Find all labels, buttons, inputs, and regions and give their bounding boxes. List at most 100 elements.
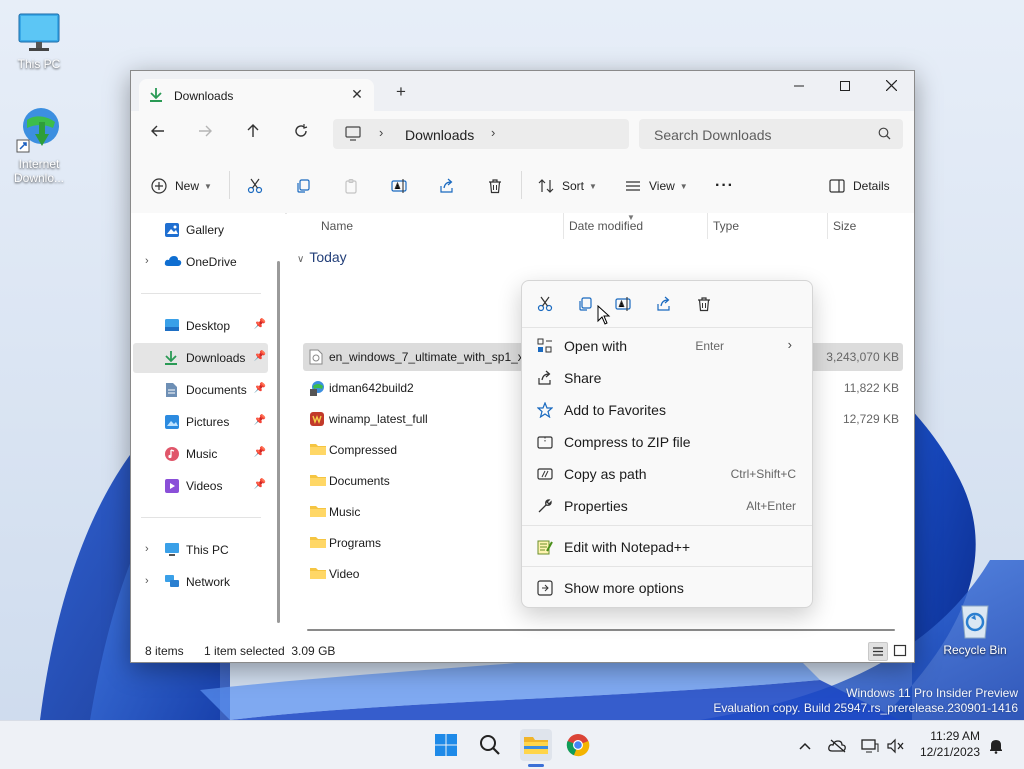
sidebar-scrollbar[interactable] <box>277 261 280 623</box>
sidebar-item-network[interactable]: › Network <box>133 567 268 597</box>
clock[interactable]: 11:29 AM 12/21/2023 <box>920 728 980 760</box>
tab-label: Downloads <box>174 89 234 103</box>
sort-button[interactable]: Sort ▼ <box>538 174 597 198</box>
show-hidden-icons-button[interactable] <box>795 736 815 756</box>
search-taskbar-button[interactable] <box>474 729 506 761</box>
column-divider[interactable] <box>707 213 708 239</box>
chevron-right-icon: › <box>787 337 792 352</box>
desktop-icon-this-pc[interactable]: This PC <box>1 12 77 71</box>
menu-item-open-with[interactable]: Open with Enter › <box>526 331 808 361</box>
chevron-down-icon: ▼ <box>679 181 688 191</box>
file-explorer-taskbar-button[interactable] <box>520 729 552 761</box>
column-header-type[interactable]: Type <box>713 219 739 233</box>
menu-item-compress-zip[interactable]: Compress to ZIP file <box>526 427 808 457</box>
context-copy-button[interactable] <box>572 293 598 315</box>
sidebar-item-videos[interactable]: Videos 📌 <box>133 471 268 501</box>
details-view-button[interactable] <box>868 642 888 661</box>
share-button[interactable] <box>439 174 455 198</box>
sidebar-item-music[interactable]: Music 📌 <box>133 439 268 469</box>
menu-item-label: Properties <box>564 498 628 514</box>
address-location[interactable]: Downloads <box>405 127 474 143</box>
group-header-today[interactable]: ∨ Today <box>297 249 347 265</box>
chevron-right-icon[interactable]: › <box>145 543 149 555</box>
menu-item-show-more-options[interactable]: Show more options <box>526 573 808 603</box>
desktop-icon-internet-download-manager[interactable]: Internet Downlo... <box>1 106 77 185</box>
taskbar: 11:29 AM 12/21/2023 <box>0 720 1024 769</box>
column-header-size[interactable]: Size <box>833 219 856 233</box>
desktop-icon-recycle-bin[interactable]: Recycle Bin <box>937 600 1013 657</box>
context-cut-button[interactable] <box>532 293 558 315</box>
close-tab-button[interactable]: ✕ <box>348 85 366 103</box>
maximize-button[interactable] <box>822 71 868 103</box>
column-divider[interactable] <box>827 213 828 239</box>
column-header-name[interactable]: Name <box>321 219 353 233</box>
rename-button[interactable] <box>391 174 409 198</box>
tiles-view-button[interactable] <box>891 642 909 659</box>
file-name: Compressed <box>329 443 398 457</box>
menu-item-add-to-favorites[interactable]: Add to Favorites <box>526 395 808 425</box>
active-app-indicator <box>528 764 544 767</box>
more-options-button[interactable]: ··· <box>715 174 734 198</box>
pictures-icon <box>165 415 179 429</box>
column-header-date-modified[interactable]: Date modified <box>569 219 643 233</box>
delete-button[interactable] <box>487 174 503 198</box>
back-button[interactable] <box>147 123 169 145</box>
onedrive-tray-button[interactable] <box>828 736 848 756</box>
address-bar[interactable]: › Downloads › <box>333 119 629 149</box>
desktop-icon-label: Recycle Bin <box>943 643 1007 657</box>
chevron-right-icon[interactable]: › <box>145 575 149 587</box>
clock-time: 11:29 AM <box>930 729 980 743</box>
menu-item-label: Compress to ZIP file <box>564 434 691 450</box>
new-tab-button[interactable]: + <box>391 83 411 103</box>
arrow-up-icon <box>247 124 259 137</box>
chrome-taskbar-button[interactable] <box>562 729 594 761</box>
details-label: Details <box>853 179 890 193</box>
menu-item-properties[interactable]: Properties Alt+Enter <box>526 491 808 521</box>
sidebar-item-gallery[interactable]: Gallery <box>133 215 268 245</box>
minimize-button[interactable] <box>776 71 822 103</box>
search-input[interactable]: Search Downloads <box>654 127 772 143</box>
watermark-line2: Evaluation copy. Build 25947.rs_prerelea… <box>713 701 1018 715</box>
paste-button[interactable] <box>343 174 359 198</box>
sidebar-item-downloads[interactable]: Downloads 📌 <box>133 343 268 373</box>
chevron-right-icon[interactable]: › <box>145 255 149 267</box>
refresh-button[interactable] <box>290 123 312 145</box>
sidebar-item-label: Downloads <box>186 351 246 365</box>
cut-button[interactable] <box>247 174 263 198</box>
chevron-right-icon[interactable]: › <box>379 125 383 140</box>
title-bar[interactable]: Downloads ✕ + <box>131 71 914 111</box>
tiles-view-icon <box>893 644 907 657</box>
star-icon <box>537 402 553 418</box>
details-pane-button[interactable]: Details <box>829 174 890 198</box>
sidebar-item-desktop[interactable]: Desktop 📌 <box>133 311 268 341</box>
copy-button[interactable] <box>295 174 311 198</box>
menu-item-copy-as-path[interactable]: Copy as path Ctrl+Shift+C <box>526 459 808 489</box>
start-button[interactable] <box>430 729 462 761</box>
sidebar-item-this-pc[interactable]: › This PC <box>133 535 268 565</box>
column-divider[interactable] <box>563 213 564 239</box>
network-tray-button[interactable] <box>860 736 880 756</box>
sidebar-item-onedrive[interactable]: › OneDrive <box>133 247 268 277</box>
chevron-right-icon[interactable]: › <box>491 125 495 140</box>
search-box[interactable]: Search Downloads <box>639 119 903 149</box>
context-share-button[interactable] <box>651 293 677 315</box>
notifications-button[interactable] <box>986 736 1006 756</box>
new-button[interactable]: New ▼ <box>151 174 212 198</box>
sidebar-item-documents[interactable]: Documents 📌 <box>133 375 268 405</box>
context-rename-button[interactable] <box>611 293 637 315</box>
horizontal-scrollbar[interactable] <box>307 629 895 631</box>
close-window-button[interactable] <box>868 71 914 103</box>
tab-downloads[interactable]: Downloads ✕ <box>139 79 374 111</box>
sidebar-item-pictures[interactable]: Pictures 📌 <box>133 407 268 437</box>
forward-button[interactable] <box>194 123 216 145</box>
view-button[interactable]: View ▼ <box>625 174 688 198</box>
sidebar-item-label: OneDrive <box>186 255 237 269</box>
context-delete-button[interactable] <box>691 293 717 315</box>
sidebar-item-label: Music <box>186 447 218 461</box>
volume-tray-button[interactable] <box>886 736 906 756</box>
menu-item-share[interactable]: Share <box>526 363 808 393</box>
up-button[interactable] <box>242 123 264 145</box>
menu-item-edit-notepadpp[interactable]: Edit with Notepad++ <box>526 532 808 562</box>
folder-icon <box>310 444 326 455</box>
notepad-plus-plus-icon <box>537 540 553 555</box>
